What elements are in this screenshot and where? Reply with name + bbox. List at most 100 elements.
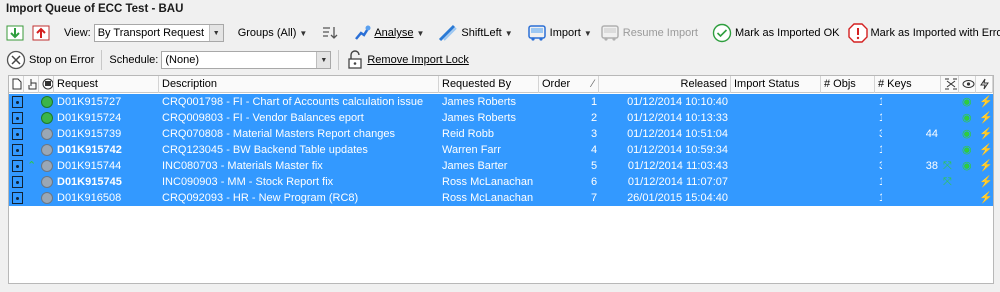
table-row[interactable]: D01K915739 CRQ070808 - Material Masters R… — [9, 126, 993, 142]
cell-requested-by: James Barter — [442, 160, 508, 172]
status-icon — [41, 176, 53, 188]
col-header-document[interactable] — [9, 76, 24, 93]
schedule-selector: Schedule: (None) ▼ — [105, 48, 335, 72]
col-header-requested-by[interactable]: Requested By — [439, 76, 539, 93]
lightning-icon[interactable]: ⚡ — [979, 174, 993, 190]
cell-released: 01/12/2014 10:10:40 — [627, 96, 728, 108]
schedule-value: (None) — [165, 54, 199, 66]
cell-order: 5 — [591, 160, 598, 172]
cell-released: 01/12/2014 11:03:43 — [627, 160, 728, 172]
lock-icon — [12, 160, 23, 172]
import-queue-table[interactable]: Request Description Requested By Order ⁄… — [8, 75, 994, 284]
table-row[interactable]: ⌃ D01K915744 INC080703 - Materials Master … — [9, 158, 993, 174]
col-header-pointer[interactable] — [24, 76, 39, 93]
groups-button[interactable]: Groups (All) ▼ — [234, 21, 312, 45]
cell-requested-by: Warren Farr — [442, 144, 501, 156]
col-header-order-label: Order — [542, 78, 571, 90]
lightning-icon[interactable]: ⚡ — [979, 158, 993, 174]
lightning-icon — [980, 78, 989, 90]
hand-pointer-icon — [28, 79, 37, 90]
chevron-down-icon: ▼ — [416, 28, 425, 38]
cell-keys — [875, 110, 941, 126]
document-icon — [12, 78, 22, 90]
table-row[interactable]: D01K915727 CRQ001798 - FI - Chart of Acco… — [9, 94, 993, 110]
view-dropdown[interactable]: By Transport Request ▼ — [93, 24, 224, 42]
mark-imported-ok-label: Mark as Imported OK — [734, 27, 840, 39]
eye-icon[interactable]: ◉ — [962, 110, 972, 126]
import-label: Import — [549, 27, 581, 39]
cell-keys — [875, 94, 941, 110]
analyse-label: Analyse — [374, 27, 414, 39]
stop-on-error-button[interactable]: Stop on Error — [2, 48, 98, 72]
col-header-keys[interactable]: # Keys — [875, 76, 941, 93]
col-header-request[interactable]: Request — [54, 76, 159, 93]
cell-description: CRQ092093 - HR - New Program (RC8) — [162, 192, 359, 204]
lightning-icon[interactable]: ⚡ — [979, 94, 993, 110]
col-header-order[interactable]: Order ⁄ — [539, 76, 599, 93]
truck-icon — [527, 25, 546, 41]
col-header-lightning[interactable] — [976, 76, 993, 93]
cell-request: D01K915724 — [57, 112, 122, 124]
cell-requested-by: James Roberts — [442, 112, 516, 124]
col-header-view[interactable] — [959, 76, 976, 93]
compare-icon[interactable]: ⤧ — [943, 174, 952, 190]
stop-icon — [6, 50, 26, 70]
toolbar-secondary: Stop on Error Schedule: (None) ▼ Remove … — [2, 47, 998, 73]
cell-import-status — [731, 158, 821, 174]
eye-icon[interactable]: ◉ — [962, 158, 972, 174]
cell-requested-by: Ross McLanachan — [442, 176, 534, 188]
lightning-icon[interactable]: ⚡ — [979, 126, 993, 142]
eye-icon[interactable]: ◉ — [962, 94, 972, 110]
col-header-status[interactable] — [39, 76, 54, 93]
cell-objs: 1 — [821, 110, 882, 126]
cell-description: CRQ009803 - FI - Vendor Balances eport — [162, 112, 364, 124]
lock-icon — [12, 144, 23, 156]
schedule-dropdown[interactable]: (None) ▼ — [161, 51, 332, 69]
schedule-label: Schedule: — [109, 54, 159, 66]
cell-objs: 3 — [821, 126, 882, 142]
eye-icon[interactable]: ◉ — [962, 142, 972, 158]
cell-released: 01/12/2014 11:07:07 — [627, 176, 728, 188]
cell-import-status — [731, 110, 821, 126]
table-row[interactable]: D01K915745 INC090903 - MM - Stock Report … — [9, 174, 993, 190]
status-icon — [41, 112, 53, 124]
move-down-button[interactable] — [2, 21, 28, 45]
move-up-button[interactable] — [28, 21, 54, 45]
mark-imported-ok-button[interactable]: Mark as Imported OK — [708, 21, 844, 45]
cell-objs: 1 — [821, 94, 882, 110]
cell-description: INC080703 - Materials Master fix — [162, 160, 323, 172]
chevron-down-icon: ▼ — [504, 28, 513, 38]
compare-icon[interactable]: ⤧ — [943, 158, 952, 174]
mark-imported-errors-button[interactable]: Mark as Imported with Errors — [844, 21, 1000, 45]
resume-truck-icon — [601, 25, 619, 41]
cell-keys: 38 — [925, 160, 938, 172]
cell-description: CRQ001798 - FI - Chart of Accounts calcu… — [162, 96, 424, 108]
view-value: By Transport Request — [97, 27, 205, 39]
import-button[interactable]: Import ▼ — [523, 21, 596, 45]
lightning-icon[interactable]: ⚡ — [979, 110, 993, 126]
cell-released: 01/12/2014 10:59:34 — [627, 144, 728, 156]
remove-import-lock-button[interactable]: Remove Import Lock — [342, 48, 472, 72]
cell-request: D01K916508 — [57, 192, 122, 204]
col-header-compare[interactable] — [941, 76, 959, 93]
groups-label: Groups (All) — [237, 27, 297, 39]
lightning-icon[interactable]: ⚡ — [979, 190, 993, 206]
shiftleft-button[interactable]: ShiftLeft ▼ — [434, 21, 516, 45]
analyse-button[interactable]: Analyse ▼ — [349, 21, 428, 45]
col-header-released[interactable]: Released — [599, 76, 731, 93]
table-row[interactable]: D01K915742 CRQ123045 - BW Backend Table u… — [9, 142, 993, 158]
sort-button[interactable] — [317, 21, 343, 45]
cell-released: 26/01/2015 15:04:40 — [627, 192, 728, 204]
col-header-description[interactable]: Description — [159, 76, 439, 93]
lightning-icon[interactable]: ⚡ — [979, 142, 993, 158]
resume-import-button[interactable]: Resume Import — [596, 21, 702, 45]
chevron-down-icon: ▼ — [583, 28, 592, 38]
col-header-import-status[interactable]: Import Status — [731, 76, 821, 93]
cell-import-status — [731, 126, 821, 142]
table-row[interactable]: D01K916508 CRQ092093 - HR - New Program (… — [9, 190, 993, 206]
eye-icon[interactable]: ◉ — [962, 126, 972, 142]
col-header-objs[interactable]: # Objs — [821, 76, 875, 93]
warning-icon: ⌃ — [27, 160, 37, 172]
table-row[interactable]: D01K915724 CRQ009803 - FI - Vendor Balanc… — [9, 110, 993, 126]
stop-on-error-label: Stop on Error — [29, 54, 95, 66]
